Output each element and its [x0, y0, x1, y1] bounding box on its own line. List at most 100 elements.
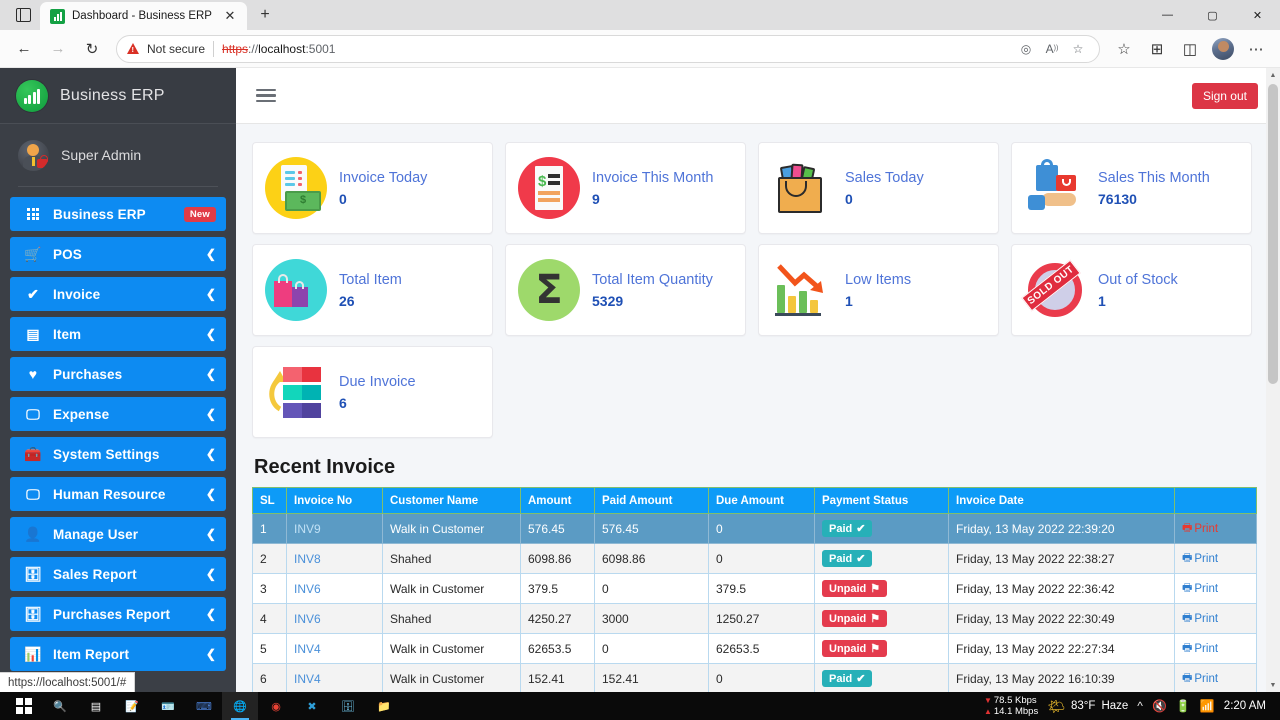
invoice-link[interactable]: INV8: [294, 552, 321, 566]
cell-paid: 0: [595, 574, 709, 604]
maximize-button[interactable]: ▢: [1190, 0, 1235, 30]
table-row[interactable]: 2 INV8 Shahed 6098.86 6098.86 0 Paid✔ Fr…: [253, 544, 1257, 574]
settings-more-icon[interactable]: ⋯: [1240, 34, 1272, 64]
stat-card-low-items[interactable]: Low Items 1: [758, 244, 999, 336]
column-header-payment-status[interactable]: Payment Status: [815, 488, 949, 514]
sidebar-item-sales-report[interactable]: 🗄 Sales Report ❮: [10, 557, 226, 591]
collections-icon[interactable]: ⊞: [1141, 34, 1173, 64]
window-close-button[interactable]: ✕: [1235, 0, 1280, 30]
column-header-action[interactable]: [1175, 488, 1257, 514]
table-row[interactable]: 1 INV9 Walk in Customer 576.45 576.45 0 …: [253, 514, 1257, 544]
back-icon[interactable]: ←: [8, 34, 40, 64]
location-icon[interactable]: ◎: [1015, 38, 1037, 60]
invoice-link[interactable]: INV9: [294, 522, 321, 536]
cell-customer: Shahed: [383, 604, 521, 634]
scroll-down-icon[interactable]: ▼: [1266, 678, 1280, 692]
profile-avatar[interactable]: [1212, 38, 1234, 60]
sidebar-item-purchases[interactable]: ♥ Purchases ❮: [10, 357, 226, 391]
sql-icon[interactable]: 🗄: [330, 692, 366, 720]
column-header-sl[interactable]: SL: [253, 488, 287, 514]
reload-icon[interactable]: ↻: [76, 34, 108, 64]
favorites-icon[interactable]: ☆: [1108, 34, 1140, 64]
sidebar-item-invoice[interactable]: ✔ Invoice ❮: [10, 277, 226, 311]
search-icon[interactable]: 🔍: [42, 692, 78, 720]
read-aloud-icon[interactable]: A)): [1041, 38, 1063, 60]
edge-icon[interactable]: 🌐: [222, 692, 258, 720]
column-header-paid-amount[interactable]: Paid Amount: [595, 488, 709, 514]
print-link[interactable]: 🖶Print: [1182, 609, 1218, 628]
stat-card-sales-today[interactable]: Sales Today 0: [758, 142, 999, 234]
invoice-link[interactable]: INV4: [294, 672, 321, 686]
battery-icon[interactable]: 🔋: [1176, 699, 1191, 713]
check-circle-icon: ✔: [856, 522, 865, 535]
new-tab-button[interactable]: +: [251, 1, 279, 29]
scrollbar-thumb[interactable]: [1268, 84, 1278, 384]
invoice-link[interactable]: INV6: [294, 612, 321, 626]
tray-chevron-icon[interactable]: ^: [1137, 699, 1143, 713]
clock[interactable]: 2:20 AM: [1224, 700, 1266, 712]
sidebar-item-system-settings[interactable]: 🧰 System Settings ❮: [10, 437, 226, 471]
stat-card-invoice-today[interactable]: Invoice Today 0: [252, 142, 493, 234]
page-scrollbar[interactable]: ▲ ▼: [1266, 68, 1280, 692]
browser-essentials-icon[interactable]: ◫: [1174, 34, 1206, 64]
file-explorer-icon[interactable]: 📁: [366, 692, 402, 720]
sidebar-user[interactable]: Super Admin: [0, 124, 236, 186]
avatar: [18, 140, 49, 171]
stat-card-due-invoice[interactable]: Due Invoice 6: [252, 346, 493, 438]
column-header-due-amount[interactable]: Due Amount: [709, 488, 815, 514]
tab-actions-button[interactable]: [6, 0, 40, 30]
invoice-link[interactable]: INV6: [294, 582, 321, 596]
print-link[interactable]: 🖶Print: [1182, 579, 1218, 598]
scroll-up-icon[interactable]: ▲: [1266, 68, 1280, 82]
stat-card-out-of-stock[interactable]: SOLD OUT Out of Stock 1: [1011, 244, 1252, 336]
invoice-link[interactable]: INV4: [294, 642, 321, 656]
main-content: Sign out: [236, 68, 1280, 692]
sidebar-item-item-report[interactable]: 📊 Item Report ❮: [10, 637, 226, 671]
table-row[interactable]: 6 INV4 Walk in Customer 152.41 152.41 0 …: [253, 664, 1257, 693]
sidebar-item-human-resource[interactable]: 🖵 Human Resource ❮: [10, 477, 226, 511]
contacts-icon[interactable]: 🪪: [150, 692, 186, 720]
omnibox-divider: [213, 41, 214, 57]
forward-icon[interactable]: →: [42, 34, 74, 64]
sidebar-item-purchases-report[interactable]: 🗄 Purchases Report ❮: [10, 597, 226, 631]
sidebar-item-expense[interactable]: 🖵 Expense ❮: [10, 397, 226, 431]
print-link[interactable]: 🖶Print: [1182, 519, 1218, 538]
column-header-customer-name[interactable]: Customer Name: [383, 488, 521, 514]
column-header-invoice-date[interactable]: Invoice Date: [949, 488, 1175, 514]
stat-card-total-item[interactable]: Total Item 26: [252, 244, 493, 336]
chrome-icon[interactable]: ◉: [258, 692, 294, 720]
browser-tab[interactable]: Dashboard - Business ERP ✕: [40, 2, 247, 30]
column-header-amount[interactable]: Amount: [521, 488, 595, 514]
weather-widget[interactable]: 🌤 83°F Haze: [1047, 698, 1128, 715]
stat-card-sales-this-month[interactable]: Sales This Month 76130: [1011, 142, 1252, 234]
add-favorite-icon[interactable]: ☆: [1067, 38, 1089, 60]
sidebar-item-item[interactable]: ▤ Item ❮: [10, 317, 226, 351]
sidebar-item-manage-user[interactable]: 👤 Manage User ❮: [10, 517, 226, 551]
table-row[interactable]: 4 INV6 Shahed 4250.27 3000 1250.27 Unpai…: [253, 604, 1257, 634]
sidebar-item-business-erp[interactable]: Business ERP New: [10, 197, 226, 231]
sidebar-item-pos[interactable]: 🛒 POS ❮: [10, 237, 226, 271]
minimize-button[interactable]: —: [1145, 0, 1190, 30]
task-view-icon[interactable]: ▤: [78, 692, 114, 720]
hamburger-icon[interactable]: [256, 89, 276, 103]
vscode-icon[interactable]: ✖: [294, 692, 330, 720]
stat-card-total-item-quantity[interactable]: Σ Total Item Quantity 5329: [505, 244, 746, 336]
stat-label: Total Item Quantity: [592, 272, 713, 288]
notepad-icon[interactable]: 📝: [114, 692, 150, 720]
print-link[interactable]: 🖶Print: [1182, 549, 1218, 568]
sign-out-button[interactable]: Sign out: [1192, 83, 1258, 109]
print-link[interactable]: 🖶Print: [1182, 669, 1218, 688]
powershell-icon[interactable]: ⌨: [186, 692, 222, 720]
table-row[interactable]: 5 INV4 Walk in Customer 62653.5 0 62653.…: [253, 634, 1257, 664]
stat-card-invoice-this-month[interactable]: $ Invoice This Month 9: [505, 142, 746, 234]
wifi-icon[interactable]: 📶: [1200, 699, 1215, 713]
table-row[interactable]: 3 INV6 Walk in Customer 379.5 0 379.5 Un…: [253, 574, 1257, 604]
start-icon[interactable]: [6, 692, 42, 720]
print-link[interactable]: 🖶Print: [1182, 639, 1218, 658]
close-icon[interactable]: ✕: [221, 7, 239, 25]
tab-search-icon: [16, 8, 31, 22]
address-bar[interactable]: Not secure https://localhost:5001 ◎ A)) …: [116, 35, 1100, 63]
sidebar-brand[interactable]: Business ERP: [0, 68, 236, 124]
volume-muted-icon[interactable]: 🔇: [1152, 699, 1167, 713]
column-header-invoice-no[interactable]: Invoice No: [287, 488, 383, 514]
